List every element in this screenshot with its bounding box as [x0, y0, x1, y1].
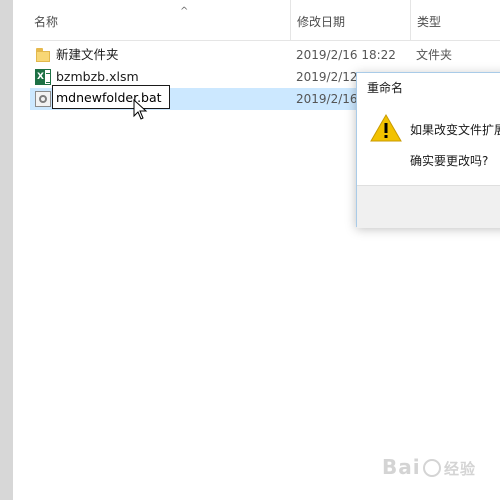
dialog-message-line1: 如果改变文件扩展 — [410, 123, 500, 137]
file-type: 文件夹 — [416, 48, 453, 62]
column-header: 名称 ^ 修改日期 类型 — [30, 0, 500, 41]
navigation-pane-strip — [0, 0, 13, 500]
file-date: 2019/2/16 18:22 — [296, 48, 396, 62]
svg-text:Bai: Bai — [382, 455, 421, 479]
rename-confirm-dialog: 重命名 如果改变文件扩展 确实要更改吗? — [356, 72, 500, 228]
column-header-date-label: 修改日期 — [297, 15, 346, 29]
folder-icon — [35, 47, 51, 63]
column-header-type-label: 类型 — [417, 15, 442, 29]
column-header-name[interactable]: 名称 — [34, 0, 284, 40]
column-header-date[interactable]: 修改日期 — [290, 0, 412, 40]
dialog-title: 重命名 — [367, 81, 404, 95]
file-row-folder[interactable]: 新建文件夹 2019/2/16 18:22 文件夹 — [30, 44, 500, 66]
warning-icon — [370, 113, 402, 142]
file-name: 新建文件夹 — [56, 47, 119, 62]
file-date: 2019/2/12 — [296, 70, 358, 84]
excel-icon: X — [35, 69, 51, 85]
dialog-button-area — [357, 185, 500, 228]
rename-input[interactable] — [52, 85, 170, 109]
column-header-name-label: 名称 — [34, 15, 59, 29]
mouse-cursor-icon — [133, 99, 148, 120]
file-date: 2019/2/16 — [296, 92, 358, 106]
column-header-type[interactable]: 类型 — [410, 0, 500, 40]
sort-ascending-icon: ^ — [180, 6, 189, 17]
dialog-message-line2: 确实要更改吗? — [410, 154, 489, 168]
svg-text:经验: 经验 — [444, 460, 476, 478]
bat-file-icon — [35, 91, 51, 107]
watermark-logo: Bai 经验 — [380, 448, 500, 488]
